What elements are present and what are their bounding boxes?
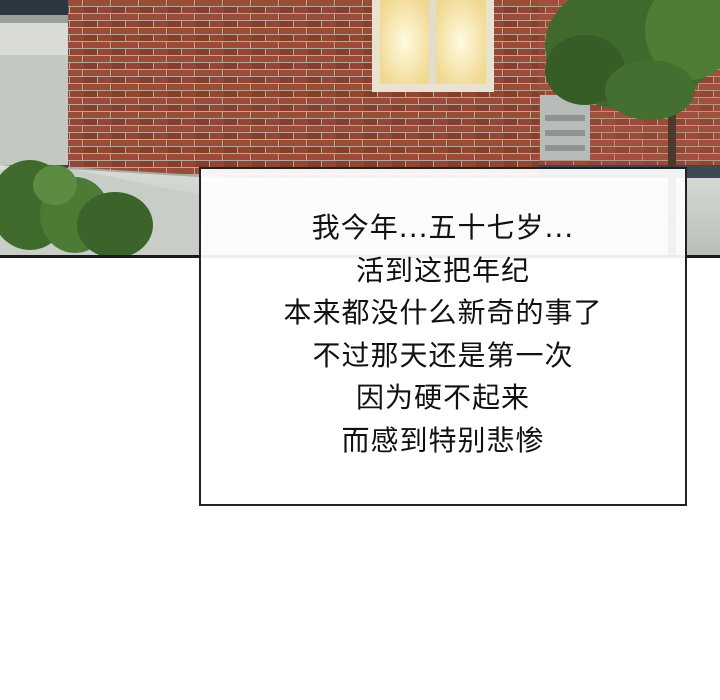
caption-line-6: 而感到特别悲惨 (341, 423, 545, 457)
caption-line-5: 因为硬不起来 (355, 381, 530, 414)
caption-line-2: 活到这把年纪 (355, 253, 530, 287)
caption-line-4: 不过那天还是第一次 (312, 338, 574, 372)
caption-text: 我今年...五十七岁... 活到这把年纪 本来都没什么新奇的事了 不过那天还是第… (201, 207, 685, 462)
narration-caption-box: 我今年...五十七岁... 活到这把年纪 本来都没什么新奇的事了 不过那天还是第… (199, 167, 687, 506)
caption-line-3: 本来都没什么新奇的事了 (283, 296, 603, 329)
caption-line-1: 我今年...五十七岁... (311, 211, 575, 244)
